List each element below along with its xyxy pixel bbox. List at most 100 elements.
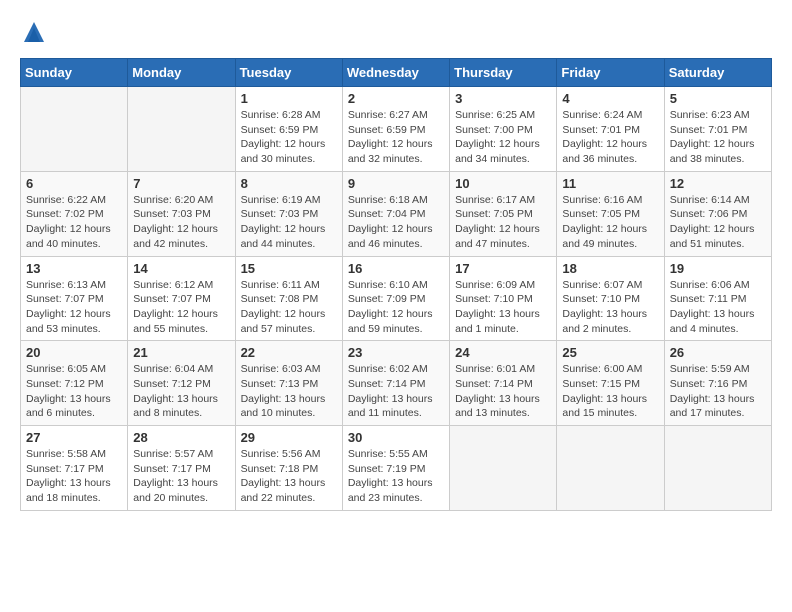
day-info: Sunrise: 6:22 AMSunset: 7:02 PMDaylight:… — [26, 193, 122, 252]
calendar-cell: 5 Sunrise: 6:23 AMSunset: 7:01 PMDaylight… — [664, 87, 771, 172]
day-number: 21 — [133, 345, 229, 360]
day-info: Sunrise: 6:12 AMSunset: 7:07 PMDaylight:… — [133, 278, 229, 337]
calendar-cell: 9Sunrise: 6:18 AMSunset: 7:04 PMDaylight… — [342, 171, 449, 256]
day-info: Sunrise: 6:06 AMSunset: 7:11 PMDaylight:… — [670, 278, 766, 337]
day-info: Sunrise: 6:20 AMSunset: 7:03 PMDaylight:… — [133, 193, 229, 252]
col-sunday: Sunday — [21, 59, 128, 87]
calendar-cell: 12 Sunrise: 6:14 AMSunset: 7:06 PMDayligh… — [664, 171, 771, 256]
day-number: 20 — [26, 345, 122, 360]
day-number: 15 — [241, 261, 337, 276]
day-info: Sunrise: 6:13 AMSunset: 7:07 PMDaylight:… — [26, 278, 122, 337]
calendar-cell: 22Sunrise: 6:03 AMSunset: 7:13 PMDayligh… — [235, 341, 342, 426]
day-number: 18 — [562, 261, 658, 276]
page-header — [20, 20, 772, 48]
calendar-cell: 14 Sunrise: 6:12 AMSunset: 7:07 PMDayligh… — [128, 256, 235, 341]
calendar-cell: 1 Sunrise: 6:28 AMSunset: 6:59 PMDaylight… — [235, 87, 342, 172]
calendar-cell — [128, 87, 235, 172]
calendar-cell: 4Sunrise: 6:24 AMSunset: 7:01 PMDaylight… — [557, 87, 664, 172]
day-info: Sunrise: 6:28 AMSunset: 6:59 PMDaylight:… — [241, 108, 337, 167]
calendar-week-row: 1 Sunrise: 6:28 AMSunset: 6:59 PMDaylight… — [21, 87, 772, 172]
day-info: Sunrise: 6:01 AMSunset: 7:14 PMDaylight:… — [455, 362, 551, 421]
day-info: Sunrise: 6:10 AMSunset: 7:09 PMDaylight:… — [348, 278, 444, 337]
col-monday: Monday — [128, 59, 235, 87]
day-number: 30 — [348, 430, 444, 445]
day-info: Sunrise: 6:02 AMSunset: 7:14 PMDaylight:… — [348, 362, 444, 421]
day-number: 3 — [455, 91, 551, 106]
day-number: 13 — [26, 261, 122, 276]
calendar-cell: 10 Sunrise: 6:17 AMSunset: 7:05 PMDayligh… — [450, 171, 557, 256]
calendar-cell: 26 Sunrise: 5:59 AMSunset: 7:16 PMDayligh… — [664, 341, 771, 426]
day-number: 14 — [133, 261, 229, 276]
calendar-cell: 3Sunrise: 6:25 AMSunset: 7:00 PMDaylight… — [450, 87, 557, 172]
calendar-cell: 28 Sunrise: 5:57 AMSunset: 7:17 PMDayligh… — [128, 426, 235, 511]
col-friday: Friday — [557, 59, 664, 87]
col-saturday: Saturday — [664, 59, 771, 87]
calendar-cell: 27 Sunrise: 5:58 AMSunset: 7:17 PMDayligh… — [21, 426, 128, 511]
day-number: 5 — [670, 91, 766, 106]
day-info: Sunrise: 5:57 AMSunset: 7:17 PMDaylight:… — [133, 447, 229, 506]
day-info: Sunrise: 5:55 AMSunset: 7:19 PMDaylight:… — [348, 447, 444, 506]
col-wednesday: Wednesday — [342, 59, 449, 87]
calendar-cell — [450, 426, 557, 511]
calendar-table: Sunday Monday Tuesday Wednesday Thursday… — [20, 58, 772, 511]
day-info: Sunrise: 6:04 AMSunset: 7:12 PMDaylight:… — [133, 362, 229, 421]
day-number: 26 — [670, 345, 766, 360]
logo-icon — [20, 20, 48, 48]
day-number: 6 — [26, 176, 122, 191]
calendar-week-row: 20Sunrise: 6:05 AMSunset: 7:12 PMDayligh… — [21, 341, 772, 426]
col-tuesday: Tuesday — [235, 59, 342, 87]
calendar-cell — [557, 426, 664, 511]
calendar-cell: 8 Sunrise: 6:19 AMSunset: 7:03 PMDaylight… — [235, 171, 342, 256]
day-number: 23 — [348, 345, 444, 360]
day-number: 11 — [562, 176, 658, 191]
day-info: Sunrise: 6:14 AMSunset: 7:06 PMDaylight:… — [670, 193, 766, 252]
calendar-cell: 6 Sunrise: 6:22 AMSunset: 7:02 PMDaylight… — [21, 171, 128, 256]
calendar-week-row: 6 Sunrise: 6:22 AMSunset: 7:02 PMDaylight… — [21, 171, 772, 256]
day-number: 28 — [133, 430, 229, 445]
day-info: Sunrise: 5:56 AMSunset: 7:18 PMDaylight:… — [241, 447, 337, 506]
calendar-cell: 11 Sunrise: 6:16 AMSunset: 7:05 PMDayligh… — [557, 171, 664, 256]
calendar-header-row: Sunday Monday Tuesday Wednesday Thursday… — [21, 59, 772, 87]
calendar-cell — [664, 426, 771, 511]
day-number: 29 — [241, 430, 337, 445]
calendar-cell: 30 Sunrise: 5:55 AMSunset: 7:19 PMDayligh… — [342, 426, 449, 511]
calendar-cell: 16 Sunrise: 6:10 AMSunset: 7:09 PMDayligh… — [342, 256, 449, 341]
calendar-cell: 29 Sunrise: 5:56 AMSunset: 7:18 PMDayligh… — [235, 426, 342, 511]
calendar-week-row: 13 Sunrise: 6:13 AMSunset: 7:07 PMDayligh… — [21, 256, 772, 341]
day-number: 16 — [348, 261, 444, 276]
calendar-cell: 20Sunrise: 6:05 AMSunset: 7:12 PMDayligh… — [21, 341, 128, 426]
calendar-cell: 13 Sunrise: 6:13 AMSunset: 7:07 PMDayligh… — [21, 256, 128, 341]
day-number: 8 — [241, 176, 337, 191]
calendar-cell: 19 Sunrise: 6:06 AMSunset: 7:11 PMDayligh… — [664, 256, 771, 341]
day-info: Sunrise: 6:16 AMSunset: 7:05 PMDaylight:… — [562, 193, 658, 252]
day-number: 7 — [133, 176, 229, 191]
day-number: 27 — [26, 430, 122, 445]
day-number: 24 — [455, 345, 551, 360]
day-info: Sunrise: 5:58 AMSunset: 7:17 PMDaylight:… — [26, 447, 122, 506]
day-number: 9 — [348, 176, 444, 191]
day-info: Sunrise: 6:07 AMSunset: 7:10 PMDaylight:… — [562, 278, 658, 337]
day-number: 1 — [241, 91, 337, 106]
day-info: Sunrise: 6:19 AMSunset: 7:03 PMDaylight:… — [241, 193, 337, 252]
day-number: 10 — [455, 176, 551, 191]
day-info: Sunrise: 5:59 AMSunset: 7:16 PMDaylight:… — [670, 362, 766, 421]
calendar-cell: 18 Sunrise: 6:07 AMSunset: 7:10 PMDayligh… — [557, 256, 664, 341]
calendar-cell: 17 Sunrise: 6:09 AMSunset: 7:10 PMDayligh… — [450, 256, 557, 341]
day-number: 12 — [670, 176, 766, 191]
day-info: Sunrise: 6:11 AMSunset: 7:08 PMDaylight:… — [241, 278, 337, 337]
calendar-cell: 15 Sunrise: 6:11 AMSunset: 7:08 PMDayligh… — [235, 256, 342, 341]
day-number: 4 — [562, 91, 658, 106]
day-info: Sunrise: 6:17 AMSunset: 7:05 PMDaylight:… — [455, 193, 551, 252]
day-info: Sunrise: 6:00 AMSunset: 7:15 PMDaylight:… — [562, 362, 658, 421]
day-number: 19 — [670, 261, 766, 276]
day-info: Sunrise: 6:09 AMSunset: 7:10 PMDaylight:… — [455, 278, 551, 337]
calendar-week-row: 27 Sunrise: 5:58 AMSunset: 7:17 PMDayligh… — [21, 426, 772, 511]
calendar-cell: 24 Sunrise: 6:01 AMSunset: 7:14 PMDayligh… — [450, 341, 557, 426]
day-number: 25 — [562, 345, 658, 360]
calendar-cell: 25 Sunrise: 6:00 AMSunset: 7:15 PMDayligh… — [557, 341, 664, 426]
day-info: Sunrise: 6:23 AMSunset: 7:01 PMDaylight:… — [670, 108, 766, 167]
calendar-cell: 21 Sunrise: 6:04 AMSunset: 7:12 PMDayligh… — [128, 341, 235, 426]
day-number: 17 — [455, 261, 551, 276]
day-info: Sunrise: 6:27 AMSunset: 6:59 PMDaylight:… — [348, 108, 444, 167]
calendar-cell: 23 Sunrise: 6:02 AMSunset: 7:14 PMDayligh… — [342, 341, 449, 426]
